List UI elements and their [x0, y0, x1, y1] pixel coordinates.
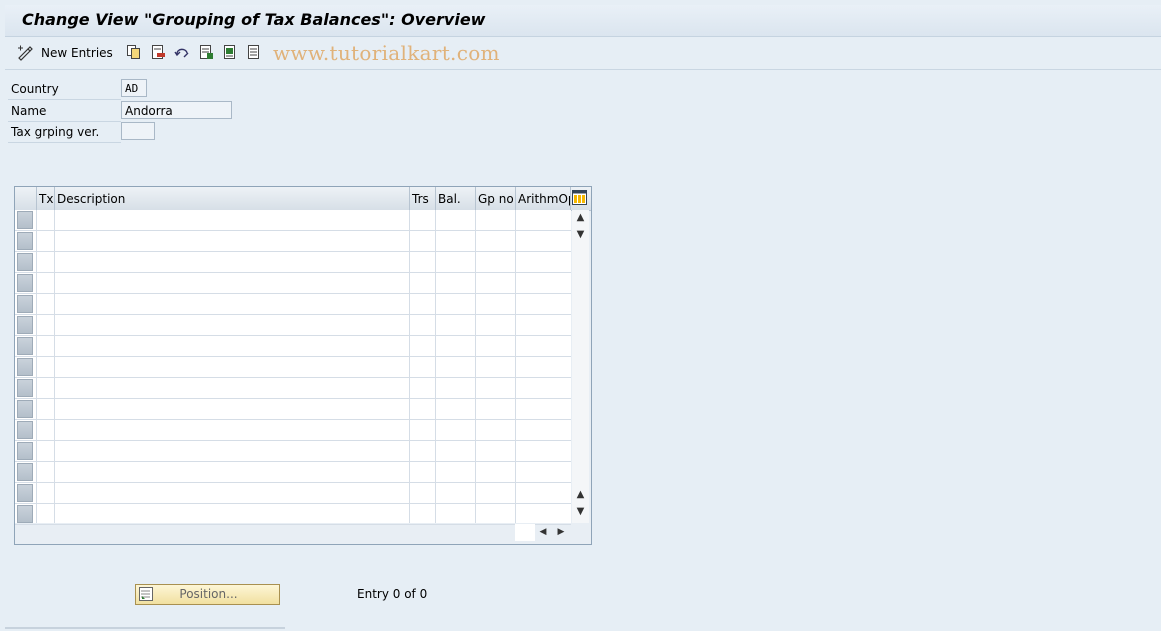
watermark: www.tutorialkart.com	[273, 41, 500, 65]
table-control: Tx Description Trs Bal. Gp no ArithmOp ▲…	[14, 186, 592, 545]
deselect-all-icon[interactable]	[246, 44, 262, 60]
delete-icon[interactable]	[150, 44, 166, 60]
table-row[interactable]	[15, 273, 571, 294]
row-selector[interactable]	[17, 505, 33, 523]
row-selector[interactable]	[17, 316, 33, 334]
scroll-page-up-icon[interactable]: ▲	[572, 487, 589, 503]
row-selector[interactable]	[17, 463, 33, 481]
row-selector[interactable]	[17, 421, 33, 439]
scroll-left-icon[interactable]: ◀	[535, 524, 551, 541]
table-row[interactable]	[15, 336, 571, 357]
row-selector[interactable]	[17, 358, 33, 376]
table-row[interactable]	[15, 441, 571, 462]
row-selector[interactable]	[17, 337, 33, 355]
row-selector[interactable]	[17, 379, 33, 397]
table-row[interactable]	[15, 231, 571, 252]
column-header-description[interactable]: Description	[55, 187, 410, 210]
tax-grping-ver-label: Tax grping ver.	[8, 122, 121, 143]
table-row[interactable]	[15, 315, 571, 336]
edit-pencil-icon	[18, 45, 33, 61]
country-field[interactable]: AD	[121, 79, 147, 97]
application-toolbar: New Entries www.tutorialkart.com	[5, 37, 1161, 70]
table-row[interactable]	[15, 357, 571, 378]
table-row[interactable]	[15, 504, 571, 525]
undo-icon[interactable]	[174, 44, 190, 60]
vertical-scrollbar[interactable]: ▲ ▼ ▲ ▼	[572, 210, 589, 523]
row-selector[interactable]	[17, 211, 33, 229]
copy-icon[interactable]	[126, 44, 142, 60]
row-selector[interactable]	[17, 400, 33, 418]
table-row[interactable]	[15, 294, 571, 315]
country-label: Country	[8, 79, 121, 100]
row-selector[interactable]	[17, 232, 33, 250]
column-header-arithmop[interactable]: ArithmOp	[516, 187, 571, 210]
scroll-up-icon[interactable]: ▲	[572, 210, 589, 226]
table-row[interactable]	[15, 378, 571, 399]
page-title: Change View "Grouping of Tax Balances": …	[22, 10, 486, 29]
row-selector[interactable]	[17, 484, 33, 502]
column-header-gp-no[interactable]: Gp no	[476, 187, 516, 210]
name-field[interactable]: Andorra	[121, 101, 232, 119]
select-all-column-header[interactable]	[15, 187, 37, 210]
table-row[interactable]	[15, 399, 571, 420]
tax-grping-ver-field[interactable]	[121, 122, 155, 140]
status-divider	[5, 627, 285, 629]
position-button[interactable]: Position...	[135, 584, 280, 605]
table-settings-icon[interactable]	[572, 190, 587, 205]
new-entries-label: New Entries	[41, 46, 113, 60]
title-bar: Change View "Grouping of Tax Balances": …	[5, 5, 1161, 37]
row-selector[interactable]	[17, 253, 33, 271]
select-all-icon[interactable]	[198, 44, 214, 60]
column-header-trs[interactable]: Trs	[410, 187, 436, 210]
name-label: Name	[8, 101, 121, 122]
row-selector[interactable]	[17, 295, 33, 313]
table-row[interactable]	[15, 210, 571, 231]
table-row[interactable]	[15, 252, 571, 273]
entry-count-text: Entry 0 of 0	[357, 587, 428, 601]
table-header: Tx Description Trs Bal. Gp no ArithmOp	[15, 187, 591, 211]
select-block-icon[interactable]	[222, 44, 238, 60]
scroll-down-icon[interactable]: ▼	[572, 227, 589, 243]
table-row[interactable]	[15, 420, 571, 441]
row-selector[interactable]	[17, 442, 33, 460]
table-row[interactable]	[15, 462, 571, 483]
row-selector[interactable]	[17, 274, 33, 292]
column-header-tx[interactable]: Tx	[37, 187, 55, 210]
table-body	[15, 210, 571, 525]
column-header-bal[interactable]: Bal.	[436, 187, 476, 210]
table-row[interactable]	[15, 483, 571, 504]
scroll-right-icon[interactable]: ▶	[553, 524, 569, 541]
new-entries-button[interactable]: New Entries	[17, 44, 113, 62]
horizontal-scrollbar[interactable]: ◀ ▶	[515, 524, 571, 541]
position-button-label: Position...	[179, 587, 238, 601]
scroll-page-down-icon[interactable]: ▼	[572, 504, 589, 520]
